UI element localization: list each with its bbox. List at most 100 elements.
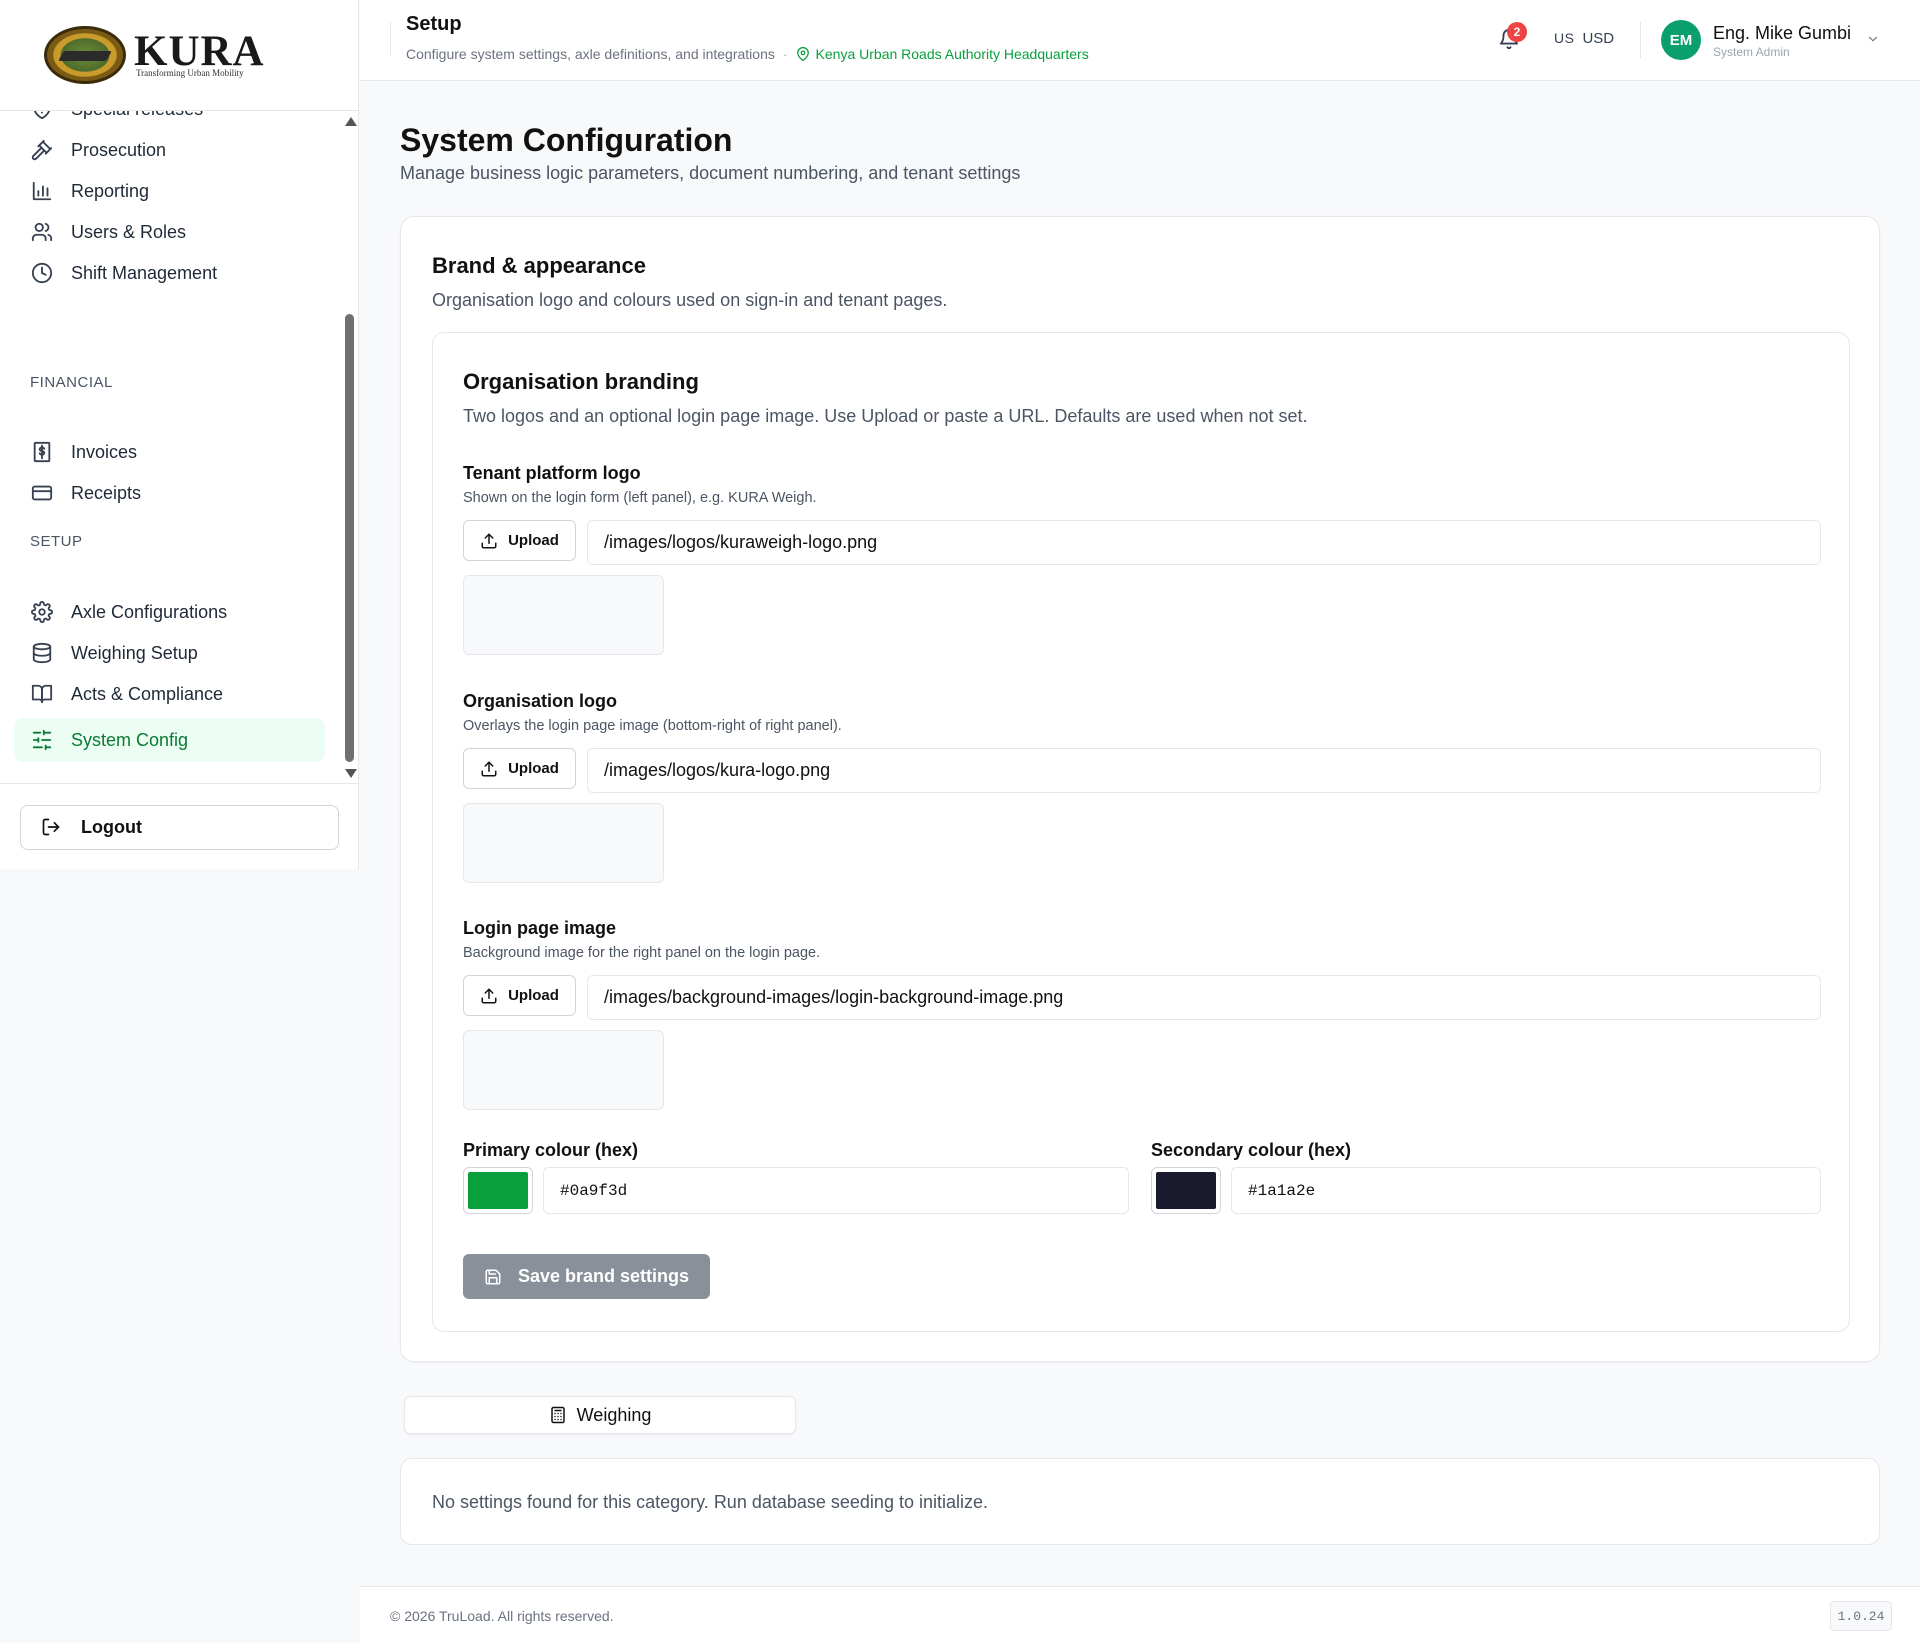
topbar-separator [1640, 22, 1641, 58]
empty-settings-card: No settings found for this category. Run… [400, 1458, 1880, 1545]
sidebar-item-label: Reporting [71, 180, 150, 201]
login-image-label: Login page image [463, 918, 617, 938]
sidebar-item-weighing-setup[interactable]: Weighing Setup [14, 631, 325, 675]
secondary-colour-label: Secondary colour (hex) [1151, 1140, 1352, 1160]
save-button-label: Save brand settings [517, 1266, 690, 1286]
login-image-url-input[interactable] [587, 975, 1821, 1020]
secondary-colour-input[interactable] [1231, 1167, 1821, 1214]
user-name[interactable]: Eng. Mike Gumbi [1713, 23, 1851, 44]
sidebar-item-label: Users & Roles [71, 221, 187, 242]
sidebar-item-system-config[interactable]: System Config [14, 718, 325, 762]
bar-chart-icon [29, 178, 55, 204]
upload-label: Upload [508, 532, 559, 549]
section-title-financial: FINANCIAL [30, 374, 113, 391]
organisation-logo-help: Overlays the login page image (bottom-ri… [463, 718, 842, 734]
topbar-description: Configure system settings, axle definiti… [406, 46, 775, 62]
page-title: System Configuration [400, 122, 733, 158]
tab-weighing-label: Weighing [576, 1404, 652, 1425]
user-role: System Admin [1713, 45, 1790, 59]
scroll-down-arrow-icon[interactable] [345, 769, 357, 778]
tenant-logo-upload-button[interactable]: Upload [463, 520, 576, 561]
sidebar-item-shift-management[interactable]: Shift Management [14, 251, 325, 295]
empty-settings-message: No settings found for this category. Run… [432, 1492, 988, 1512]
currency-selector[interactable]: US USD [1554, 30, 1614, 47]
sidebar-item-invoices[interactable]: Invoices [14, 430, 325, 474]
topbar-divider [390, 22, 391, 56]
sidebar-item-receipts[interactable]: Receipts [14, 471, 325, 515]
topbar: Setup Configure system settings, axle de… [360, 0, 1920, 81]
station-location-label: Kenya Urban Roads Authority Headquarters [815, 46, 1089, 62]
shield-alert-icon [29, 111, 55, 122]
organisation-logo-label: Organisation logo [463, 691, 618, 711]
sidebar-scrollbar[interactable] [343, 111, 357, 783]
copyright-text: © 2026 TruLoad. All rights reserved. [390, 1608, 614, 1624]
calculator-icon [550, 1406, 565, 1424]
section-title-setup: SETUP [30, 533, 83, 550]
primary-colour-label: Primary colour (hex) [463, 1140, 639, 1160]
tab-weighing[interactable]: Weighing [404, 1396, 796, 1434]
clock-icon [29, 260, 55, 286]
currency-code: USD [1582, 30, 1615, 47]
sidebar-item-label: Weighing Setup [71, 642, 198, 663]
upload-icon [481, 533, 497, 548]
upload-icon [481, 761, 497, 776]
tenant-logo-url-input[interactable] [587, 520, 1821, 565]
organisation-logo-url-input[interactable] [587, 748, 1821, 793]
sliders-icon [29, 727, 55, 753]
sidebar-item-label: System Config [71, 729, 189, 750]
sidebar-item-label: Prosecution [71, 139, 167, 160]
sidebar-item-users-roles[interactable]: Users & Roles [14, 210, 325, 254]
tenant-logo-label: Tenant platform logo [463, 463, 641, 483]
sidebar-footer: Logout [0, 783, 359, 869]
tenant-logo-preview [463, 575, 664, 655]
map-pin-icon [796, 47, 809, 61]
subtitle-separator: · [782, 46, 788, 62]
sidebar-item-label: Acts & Compliance [71, 683, 224, 704]
page-footer: © 2026 TruLoad. All rights reserved. 1.0… [360, 1586, 1920, 1643]
organisation-logo-preview [463, 803, 664, 883]
sidebar-item-label: Axle Configurations [71, 601, 228, 622]
branding-subtitle: Two logos and an optional login page ima… [463, 406, 1308, 426]
branding-title: Organisation branding [463, 369, 699, 394]
kura-emblem-logo [44, 26, 126, 84]
login-image-upload-button[interactable]: Upload [463, 975, 576, 1016]
upload-icon [481, 988, 497, 1003]
user-avatar[interactable]: EM [1661, 20, 1701, 60]
version-badge: 1.0.24 [1830, 1601, 1892, 1631]
book-icon [29, 681, 55, 707]
chevron-down-icon[interactable] [1866, 32, 1882, 48]
logo-area: KURA Transforming Urban Mobility [0, 0, 358, 111]
station-location[interactable]: Kenya Urban Roads Authority Headquarters [796, 46, 1089, 62]
brand-card-title: Brand & appearance [432, 253, 646, 278]
secondary-colour-picker[interactable] [1151, 1167, 1221, 1214]
database-icon [29, 640, 55, 666]
sidebar: KURA Transforming Urban Mobility Special… [0, 0, 359, 869]
login-image-preview [463, 1030, 664, 1110]
scrollbar-thumb[interactable] [345, 314, 354, 762]
secondary-colour-swatch [1156, 1172, 1216, 1209]
brand-appearance-card: Brand & appearance Organisation logo and… [400, 216, 1880, 1362]
sidebar-item-prosecution[interactable]: Prosecution [14, 128, 325, 172]
primary-colour-input[interactable] [543, 1167, 1129, 1214]
upload-label: Upload [508, 987, 559, 1004]
brand-tagline: Transforming Urban Mobility [136, 68, 244, 78]
primary-colour-picker[interactable] [463, 1167, 533, 1214]
users-icon [29, 219, 55, 245]
currency-flag: US [1554, 30, 1575, 46]
logout-button[interactable]: Logout [20, 805, 339, 850]
sidebar-item-reporting[interactable]: Reporting [14, 169, 325, 213]
invoice-icon [29, 439, 55, 465]
upload-label: Upload [508, 760, 559, 777]
save-brand-settings-button[interactable]: Save brand settings [463, 1254, 710, 1299]
sidebar-item-axle-configurations[interactable]: Axle Configurations [14, 590, 325, 634]
topbar-subtitle: Configure system settings, axle definiti… [406, 46, 1089, 62]
scroll-up-arrow-icon[interactable] [345, 117, 357, 126]
sidebar-item-acts-compliance[interactable]: Acts & Compliance [14, 672, 325, 716]
credit-card-icon [29, 480, 55, 506]
organisation-logo-upload-button[interactable]: Upload [463, 748, 576, 789]
sidebar-nav: Special releases Prosecution Reporting U… [0, 111, 359, 783]
notifications-badge: 2 [1507, 22, 1527, 42]
save-icon [485, 1269, 501, 1284]
sidebar-item-label: Invoices [71, 441, 138, 462]
tenant-logo-help: Shown on the login form (left panel), e.… [463, 490, 817, 506]
